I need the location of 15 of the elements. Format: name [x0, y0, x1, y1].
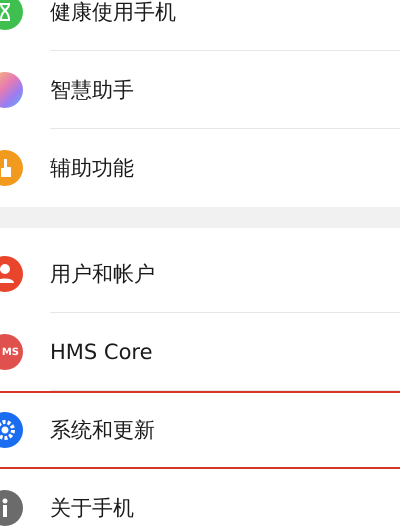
- settings-item[interactable]: 辅助功能: [0, 129, 400, 207]
- settings-item[interactable]: MS HMS Core: [0, 313, 400, 391]
- settings-item[interactable]: 智慧助手: [0, 51, 400, 129]
- settings-item[interactable]: 系统和更新: [0, 391, 400, 469]
- item-label: 关于手机: [50, 497, 134, 519]
- item-label: 系统和更新: [50, 419, 155, 441]
- settings-item[interactable]: 关于手机: [0, 469, 400, 526]
- settings-item[interactable]: 用户和帐户: [0, 235, 400, 313]
- hms-icon: MS: [0, 334, 23, 370]
- settings-item[interactable]: 健康使用手机: [0, 0, 400, 51]
- item-label: 辅助功能: [50, 157, 134, 179]
- item-label: HMS Core: [50, 340, 153, 362]
- item-label: 用户和帐户: [50, 262, 155, 284]
- item-label: 智慧助手: [50, 78, 134, 100]
- item-label: 健康使用手机: [50, 0, 176, 22]
